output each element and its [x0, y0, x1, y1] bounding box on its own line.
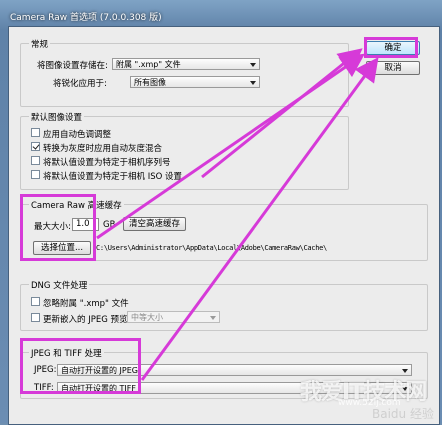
- arrow-to-ok-middle: [96, 53, 365, 240]
- arrow-to-ok-bottom: [140, 57, 379, 381]
- annotation-arrows: [96, 48, 379, 381]
- watermark-baidu: Baidu 经验: [372, 407, 434, 421]
- arrow-to-ok-top: [201, 48, 363, 179]
- preferences-window: Camera Raw 首选项 (7.0.0.308 版) 常规 将图像设置存储在…: [0, 0, 442, 425]
